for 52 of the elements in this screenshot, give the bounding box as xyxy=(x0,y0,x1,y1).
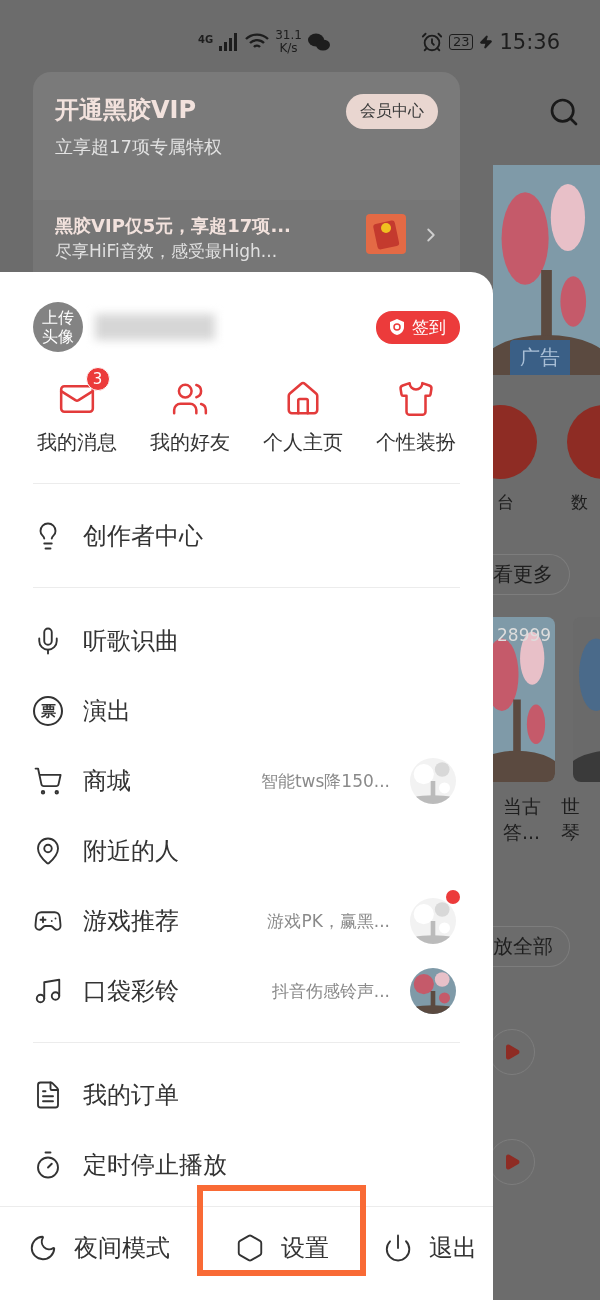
charging-icon xyxy=(479,35,494,49)
playlist-title: 答... xyxy=(503,820,542,845)
playlist-title: 当古 xyxy=(503,794,542,819)
play-icon xyxy=(503,1153,521,1171)
menu-item[interactable]: 商城 智能tws降150... xyxy=(33,746,460,816)
menu-item[interactable]: 附近的人 xyxy=(33,816,460,886)
ad-label: 广告 xyxy=(510,340,570,375)
menu-item[interactable]: 游戏推荐 游戏PK，赢黑... xyxy=(33,886,460,956)
category-label: 台 xyxy=(497,491,514,514)
network-type: 4G xyxy=(198,34,214,45)
cart-icon xyxy=(33,766,63,796)
shortcut-item[interactable]: 3 我的消息 xyxy=(20,365,134,456)
playlist-title: 世 xyxy=(560,794,581,819)
unread-count: 3 xyxy=(85,367,110,391)
vip-card[interactable]: 开通黑胶VIP 会员中心 立享超17项专属特权 黑胶VIP仅5元，享超17项... 尽享HiFi音效，感受最High... xyxy=(33,72,460,272)
vip-subtitle: 立享超17项专属特权 xyxy=(55,135,223,159)
network-speed: 31.1 K/s xyxy=(275,29,302,55)
menu-item[interactable]: 定时停止播放 xyxy=(33,1130,460,1200)
battery-level: 23 xyxy=(448,34,474,50)
footer-action[interactable]: 夜间模式 xyxy=(0,1207,197,1289)
shortcut-item[interactable]: 我的好友 xyxy=(133,365,247,456)
shirt-icon xyxy=(397,380,436,418)
menu-item[interactable]: 我的订单 xyxy=(33,1060,460,1130)
play-icon xyxy=(503,1043,521,1061)
vip-title: 开通黑胶VIP xyxy=(55,95,198,126)
footer-action[interactable]: 设置 xyxy=(197,1207,366,1289)
menu-item[interactable]: 票 演出 xyxy=(33,676,460,746)
member-center-button[interactable]: 会员中心 xyxy=(346,94,438,129)
clock-time: 15:36 xyxy=(499,30,560,54)
menu-hint: 抖音伤感铃声... xyxy=(271,979,390,1003)
shortcut-item[interactable]: 个人主页 xyxy=(246,365,360,456)
category-label: 数 xyxy=(571,491,588,514)
gift-envelope-icon xyxy=(366,214,406,254)
music-note-icon xyxy=(33,976,63,1006)
playlist-title: 琴 xyxy=(560,820,581,845)
promo-subtitle: 尽享HiFi音效，感受最High... xyxy=(55,240,279,263)
menu-hint: 智能tws降150... xyxy=(260,769,390,793)
signal-icon xyxy=(219,33,240,51)
avatar-upload[interactable]: 上传头像 xyxy=(33,302,83,352)
menu-item[interactable]: 听歌识曲 xyxy=(33,606,460,676)
footer-action[interactable]: 退出 xyxy=(366,1207,493,1289)
ticket-icon: 票 xyxy=(33,696,63,726)
menu-item[interactable]: 口袋彩铃 抖音伤感铃声... xyxy=(33,956,460,1026)
shortcut-item[interactable]: 个性装扮 xyxy=(359,365,473,456)
alarm-icon xyxy=(420,31,443,53)
chat-bubbles-icon xyxy=(307,33,330,51)
check-in-button[interactable]: 签到 xyxy=(376,310,460,344)
menu-hint: 游戏PK，赢黑... xyxy=(267,909,390,933)
shield-icon xyxy=(388,318,406,336)
search-icon[interactable] xyxy=(548,96,580,128)
promo-title: 黑胶VIP仅5元，享超17项... xyxy=(55,214,292,238)
menu-item[interactable]: 创作者中心 xyxy=(33,484,460,587)
